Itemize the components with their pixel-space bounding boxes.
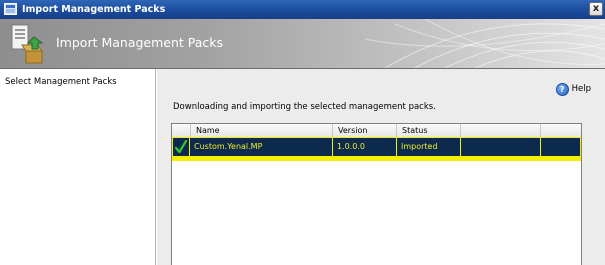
column-header-filler — [541, 124, 581, 137]
table-row[interactable]: Custom.Yenal.MP 1.0.0.0 Imported — [172, 137, 581, 157]
help-link[interactable]: ? Help — [555, 82, 591, 96]
row-name: Custom.Yenal.MP — [190, 137, 333, 157]
close-button[interactable]: x — [589, 2, 603, 16]
column-header-version[interactable]: Version — [333, 124, 397, 137]
wizard-content-pane: ? Help Downloading and importing the sele… — [157, 69, 605, 265]
help-icon: ? — [555, 82, 569, 96]
wizard-steps-pane: Select Management Packs — [0, 69, 156, 265]
column-header-name[interactable]: Name — [191, 124, 333, 137]
window-title: Import Management Packs — [22, 4, 166, 15]
wizard-banner: Import Management Packs — [0, 19, 605, 68]
row-filler-cell — [541, 137, 581, 157]
help-label: Help — [571, 84, 591, 94]
management-pack-icon — [11, 24, 44, 64]
column-header-blank — [461, 124, 541, 137]
column-header-status[interactable]: Status — [397, 124, 461, 137]
row-focus-highlight — [172, 157, 581, 161]
window-titlebar: Import Management Packs x — [0, 0, 605, 19]
column-header-icon[interactable] — [172, 124, 191, 137]
row-blank-cell — [461, 137, 541, 157]
row-status-cell — [172, 137, 190, 157]
banner-swoosh-decoration — [365, 19, 605, 68]
row-version: 1.0.0.0 — [333, 137, 397, 157]
management-pack-list[interactable]: Name Version Status Custom.Yenal.MP 1.0.… — [171, 123, 582, 265]
checkmark-icon — [175, 140, 187, 154]
progress-description: Downloading and importing the selected m… — [173, 102, 436, 112]
step-select-management-packs[interactable]: Select Management Packs — [5, 77, 117, 87]
grid-header: Name Version Status — [172, 124, 581, 138]
row-status: Imported — [397, 137, 461, 157]
window-app-icon — [4, 3, 17, 15]
banner-title: Import Management Packs — [56, 35, 224, 50]
